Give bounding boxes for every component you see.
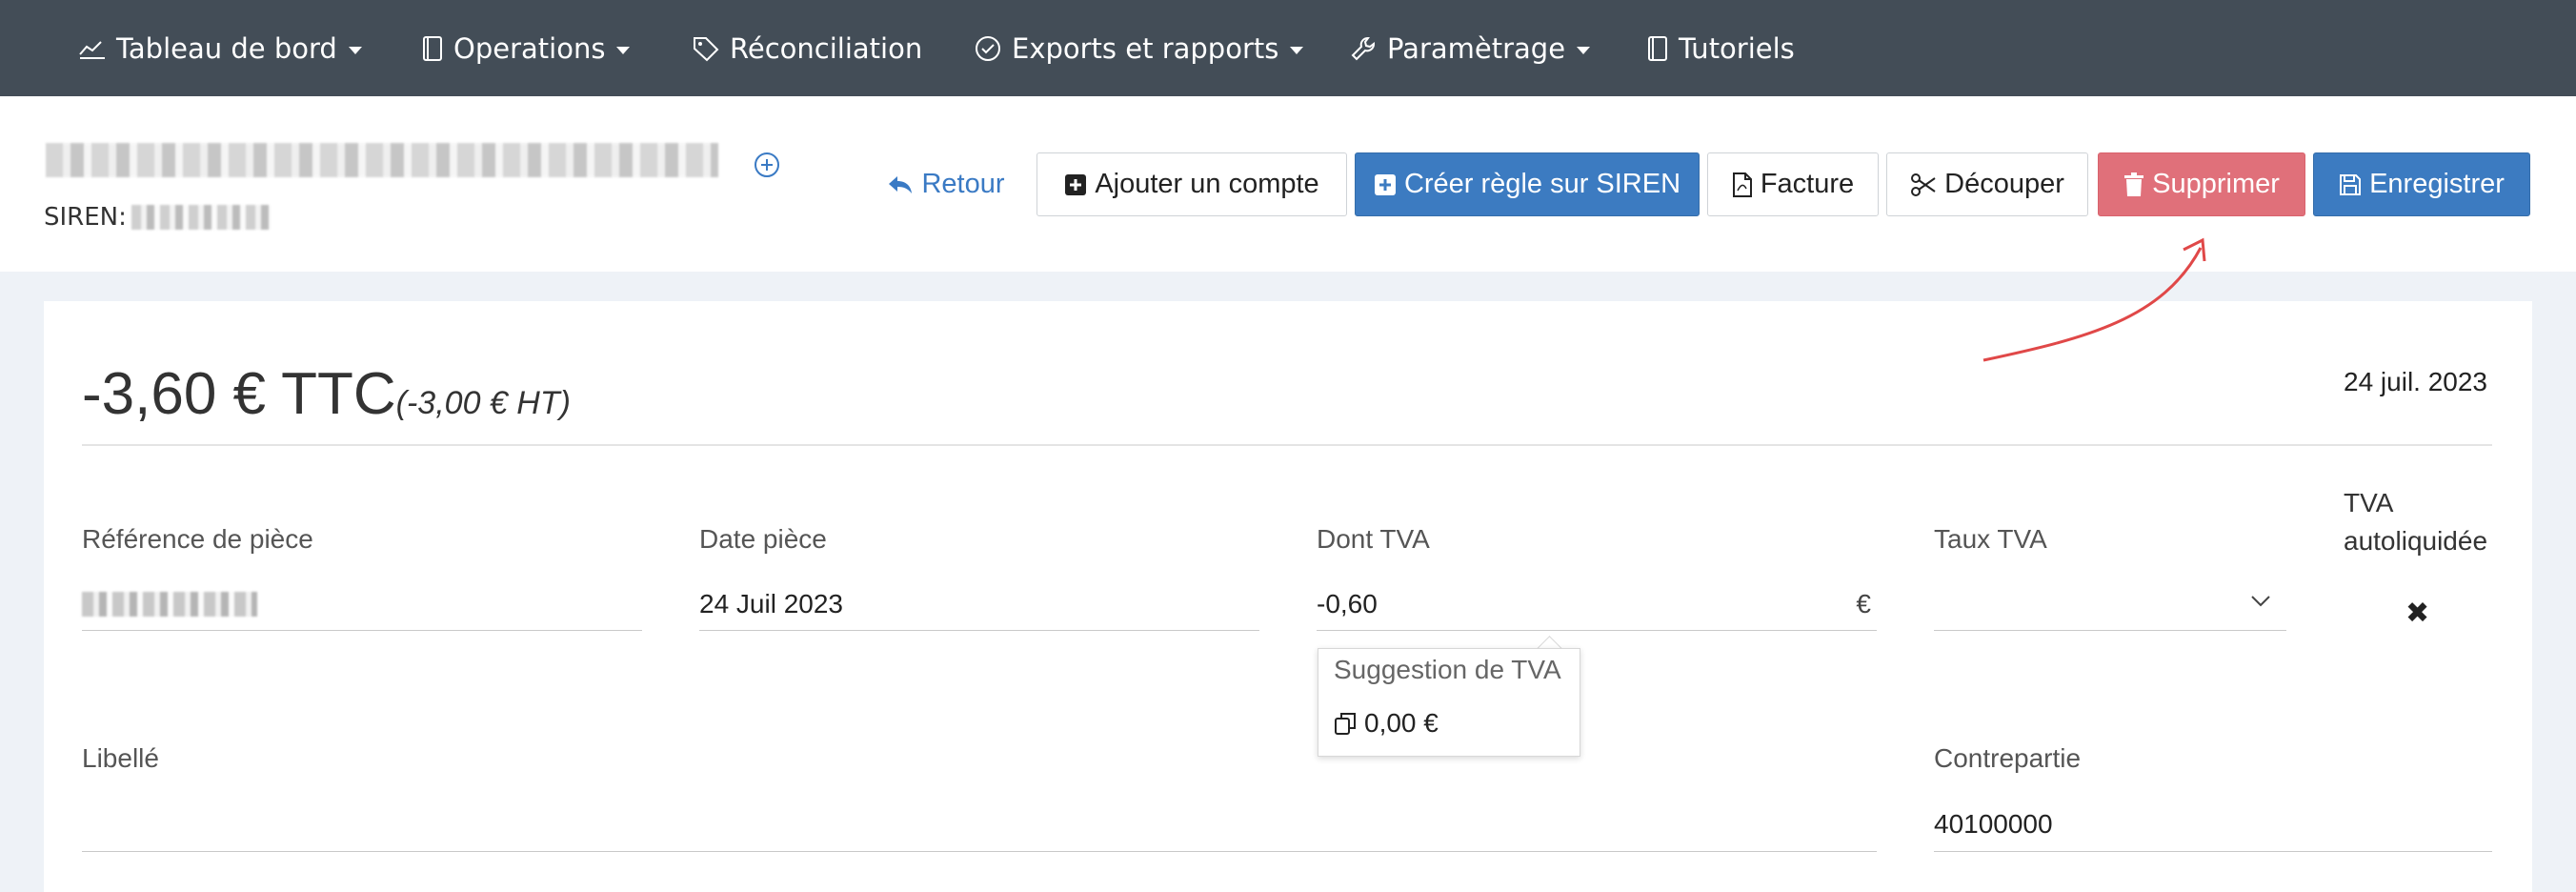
nav-item-label: Tutoriels <box>1679 31 1795 65</box>
nav-item-tutorials[interactable]: Tutoriels <box>1646 0 1795 96</box>
nav-item-label: Exports et rapports <box>1012 31 1279 65</box>
annotation-arrow <box>1982 237 2206 362</box>
caret-down-icon <box>616 46 631 54</box>
caret-down-icon <box>348 46 362 54</box>
nav-item-label: Tableau de bord <box>116 31 337 65</box>
nav-item-label: Operations <box>453 31 606 65</box>
caret-down-icon <box>1577 46 1591 54</box>
split-button[interactable]: Découper <box>1886 152 2088 216</box>
reverse-charge-label: TVA autoliquidée <box>2344 488 2488 556</box>
siren-label: SIREN: <box>44 203 127 232</box>
scissors-icon <box>1911 172 1936 196</box>
back-button-label: Retour <box>921 169 1005 199</box>
reference-field[interactable] <box>82 578 642 631</box>
floppy-disk-icon <box>2340 173 2362 195</box>
tag-icon <box>694 36 719 61</box>
vat-suggestion-value-row[interactable]: 0,00 € <box>1334 708 1439 739</box>
caret-down-icon <box>1290 46 1304 54</box>
book-icon <box>423 35 442 61</box>
libelle-label: Libellé <box>82 743 159 773</box>
nav-item-exports[interactable]: Exports et rapports <box>974 0 1304 96</box>
redacted-siren-value <box>131 205 271 230</box>
chart-line-icon <box>79 40 105 59</box>
vat-suggestion-popover: Suggestion de TVA 0,00 € <box>1318 648 1580 757</box>
check-circle-icon <box>976 35 1000 61</box>
top-navbar: Tableau de bord Operations Réconciliatio… <box>0 0 2576 96</box>
counterpart-label: Contrepartie <box>1934 743 2082 773</box>
redacted-account-title <box>46 143 718 177</box>
amount-ht: (-3,00 € HT) <box>395 385 571 421</box>
vat-suggestion-value: 0,00 € <box>1364 708 1439 738</box>
reference-label: Référence de pièce <box>82 524 313 554</box>
counterpart-field[interactable]: 40100000 <box>1934 797 2492 852</box>
reverse-charge-toggle[interactable]: ✖ <box>2405 597 2429 630</box>
nav-item-dashboard[interactable]: Tableau de bord <box>78 0 362 96</box>
date-field[interactable]: 24 Juil 2023 <box>699 578 1259 631</box>
reply-icon <box>889 175 913 193</box>
vat-amount-field[interactable]: -0,60 € <box>1317 578 1877 631</box>
back-button[interactable]: Retour <box>884 152 1008 216</box>
add-account-label: Ajouter un compte <box>1095 169 1319 199</box>
invoice-label: Facture <box>1760 169 1855 199</box>
plus-square-icon <box>1065 173 1087 195</box>
vat-rate-select[interactable] <box>1934 578 2286 631</box>
amount-ttc: -3,60 € TTC(-3,00 € HT) <box>82 360 571 428</box>
nav-item-operations[interactable]: Operations <box>421 0 631 96</box>
nav-item-settings[interactable]: Paramètrage <box>1349 0 1591 96</box>
vat-suggestion-title: Suggestion de TVA <box>1334 655 1561 684</box>
divider <box>82 444 2492 446</box>
book-icon <box>1648 35 1667 61</box>
vat-amount-value: -0,60 <box>1317 588 1378 618</box>
vat-rate-label: Taux TVA <box>1934 524 2047 554</box>
nav-item-reconciliation[interactable]: Réconciliation <box>692 0 922 96</box>
chevron-down-icon <box>2251 596 2270 607</box>
nav-item-label: Paramètrage <box>1387 31 1566 65</box>
create-siren-rule-button[interactable]: Créer règle sur SIREN <box>1355 152 1700 216</box>
plus-square-icon <box>1374 173 1396 195</box>
invoice-button[interactable]: Facture <box>1707 152 1879 216</box>
file-pdf-icon <box>1732 172 1752 197</box>
vat-label: Dont TVA <box>1317 524 1430 554</box>
date-field-value: 24 Juil 2023 <box>699 588 844 618</box>
delete-label: Supprimer <box>2152 169 2280 199</box>
amount-ttc-value: -3,60 € TTC <box>82 361 396 427</box>
save-label: Enregistrer <box>2369 169 2505 199</box>
counterpart-value: 40100000 <box>1934 808 2053 839</box>
plus-circle-icon[interactable] <box>753 151 781 179</box>
libelle-field[interactable] <box>82 797 1877 852</box>
nav-item-label: Réconciliation <box>730 31 923 65</box>
wrench-icon <box>1351 36 1375 60</box>
copy-icon <box>1335 713 1356 735</box>
delete-button[interactable]: Supprimer <box>2098 152 2305 216</box>
split-label: Découper <box>1944 169 2064 199</box>
euro-suffix: € <box>1856 589 1871 618</box>
date-label: Date pièce <box>699 524 827 554</box>
redacted-reference-value <box>82 591 257 617</box>
create-siren-rule-label: Créer règle sur SIREN <box>1403 169 1681 199</box>
add-account-button[interactable]: Ajouter un compte <box>1036 152 1347 216</box>
trash-icon <box>2124 172 2144 196</box>
save-button[interactable]: Enregistrer <box>2313 152 2530 216</box>
transaction-date: 24 juil. 2023 <box>2344 367 2488 396</box>
